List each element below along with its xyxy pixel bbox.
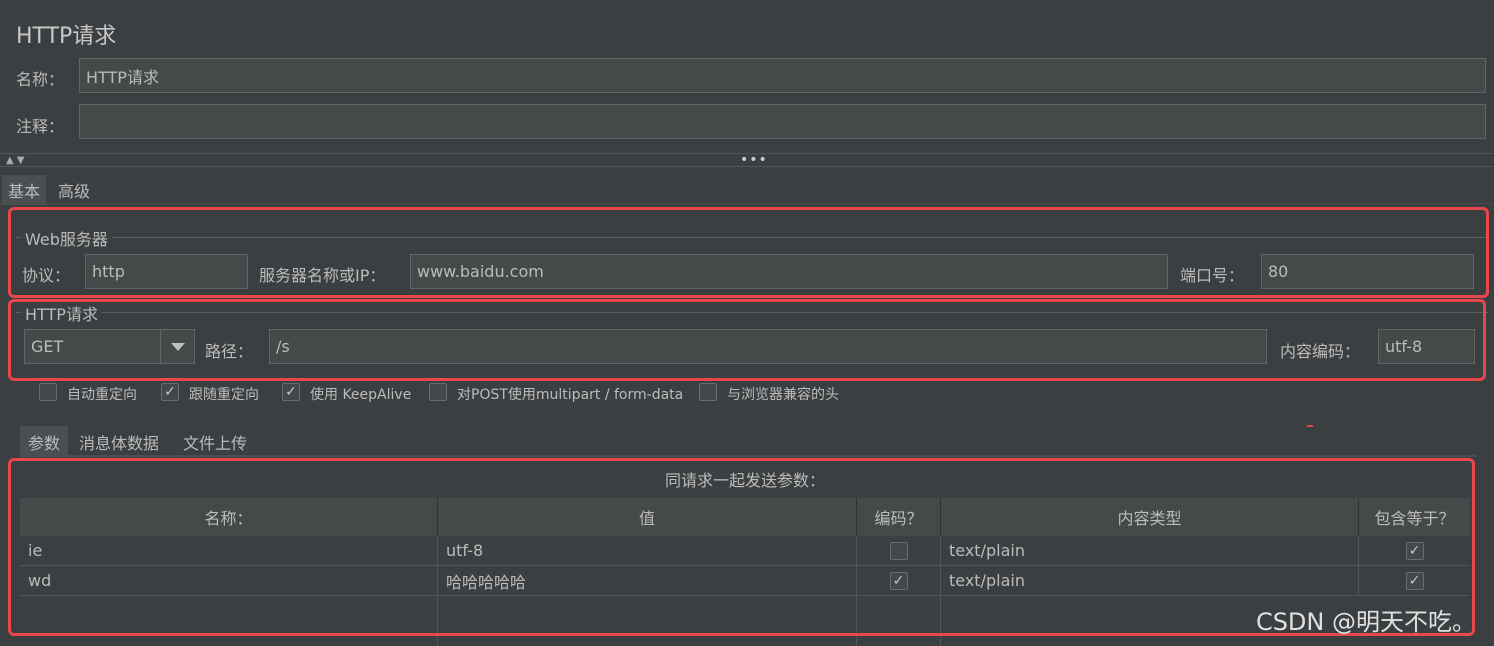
watermark: CSDN @明天不吃。 bbox=[1255, 608, 1476, 636]
multipart-label: 对POST使用multipart / form-data bbox=[457, 387, 684, 403]
highlight-http-request bbox=[8, 299, 1486, 381]
auto-redirect-checkbox[interactable] bbox=[39, 383, 57, 401]
keepalive-label: 使用 KeepAlive bbox=[310, 387, 412, 403]
keepalive-checkbox[interactable]: ✓ bbox=[282, 383, 300, 401]
page-title: HTTP请求 bbox=[16, 24, 117, 49]
auto-redirect-label: 自动重定向 bbox=[67, 387, 137, 403]
browser-headers-checkbox[interactable] bbox=[699, 383, 717, 401]
tab-body-data[interactable]: 消息体数据 bbox=[73, 426, 165, 458]
name-label: 名称： bbox=[16, 70, 65, 89]
comment-label: 注释： bbox=[16, 117, 65, 136]
highlight-parameters bbox=[8, 458, 1475, 636]
tab-file-upload[interactable]: 文件上传 bbox=[177, 426, 253, 458]
tab-parameters[interactable]: 参数 bbox=[20, 426, 69, 457]
name-input[interactable]: HTTP请求 bbox=[79, 58, 1486, 93]
browser-headers-label: 与浏览器兼容的头 bbox=[727, 387, 839, 403]
tab-advanced[interactable]: 高级 bbox=[52, 175, 96, 205]
comment-input[interactable] bbox=[79, 104, 1486, 139]
multipart-checkbox[interactable] bbox=[429, 383, 447, 401]
collapse-arrows-icon[interactable]: ▲ ▼ bbox=[6, 155, 25, 166]
tab-basic[interactable]: 基本 bbox=[2, 175, 47, 205]
highlight-web-server bbox=[8, 207, 1489, 298]
follow-redirect-checkbox[interactable]: ✓ bbox=[161, 383, 179, 401]
follow-redirect-label: 跟随重定向 bbox=[189, 387, 259, 403]
